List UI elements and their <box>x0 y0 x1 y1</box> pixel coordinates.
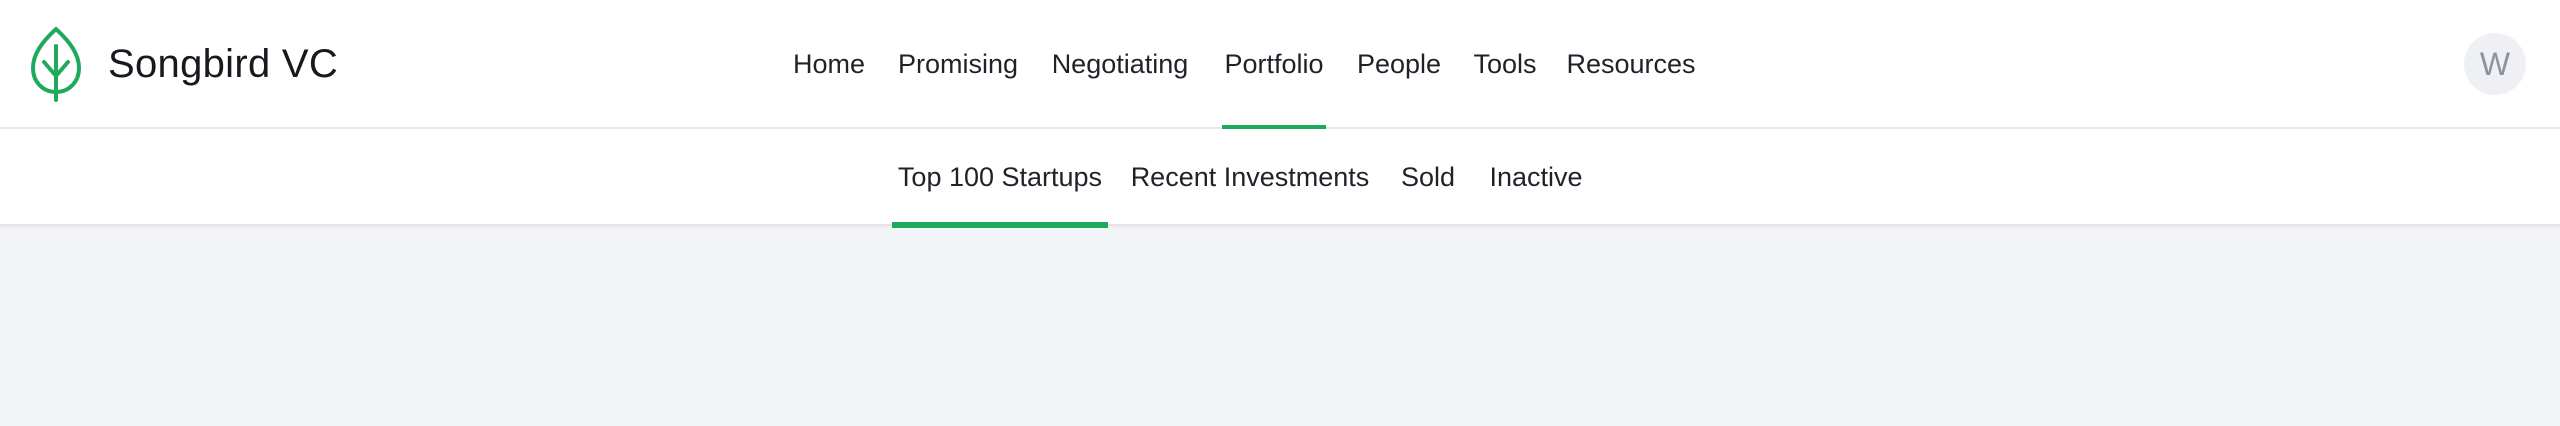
sub-navigation-bar: Top 100 Startups Recent Investments Sold… <box>0 129 2560 228</box>
nav-item-portfolio[interactable]: Portfolio <box>1222 0 1326 131</box>
nav-item-label: Negotiating <box>1051 49 1189 79</box>
tab-label: Recent Investments <box>1130 162 1370 192</box>
nav-item-home[interactable]: Home <box>782 0 876 129</box>
nav-item-label: Resources <box>1566 49 1696 79</box>
nav-item-label: Promising <box>897 49 1019 79</box>
tab-label: Top 100 Startups <box>897 162 1103 192</box>
tab-inactive[interactable]: Inactive <box>1484 129 1588 226</box>
tab-sold[interactable]: Sold <box>1394 129 1462 226</box>
nav-item-tools[interactable]: Tools <box>1470 0 1540 129</box>
tab-label: Inactive <box>1489 162 1583 192</box>
user-avatar[interactable]: W <box>2464 33 2526 95</box>
nav-item-negotiating[interactable]: Negotiating <box>1046 0 1194 129</box>
top-navigation-bar: Songbird VC Home Promising Negotiating P… <box>0 0 2560 131</box>
tab-recent-investments[interactable]: Recent Investments <box>1130 129 1370 226</box>
nav-item-label: Home <box>792 49 866 79</box>
nav-item-people[interactable]: People <box>1354 0 1444 129</box>
main-content-area <box>0 228 2560 426</box>
nav-item-label: People <box>1356 49 1442 79</box>
nav-item-resources[interactable]: Resources <box>1566 0 1696 129</box>
nav-item-label: Portfolio <box>1224 49 1324 79</box>
main-nav: Home Promising Negotiating Portfolio Peo… <box>0 0 2560 131</box>
avatar-initial: W <box>2479 45 2511 82</box>
tab-label: Sold <box>1400 162 1456 192</box>
nav-item-promising[interactable]: Promising <box>892 0 1024 129</box>
tab-top-100-startups[interactable]: Top 100 Startups <box>892 129 1108 228</box>
nav-item-label: Tools <box>1473 49 1537 79</box>
